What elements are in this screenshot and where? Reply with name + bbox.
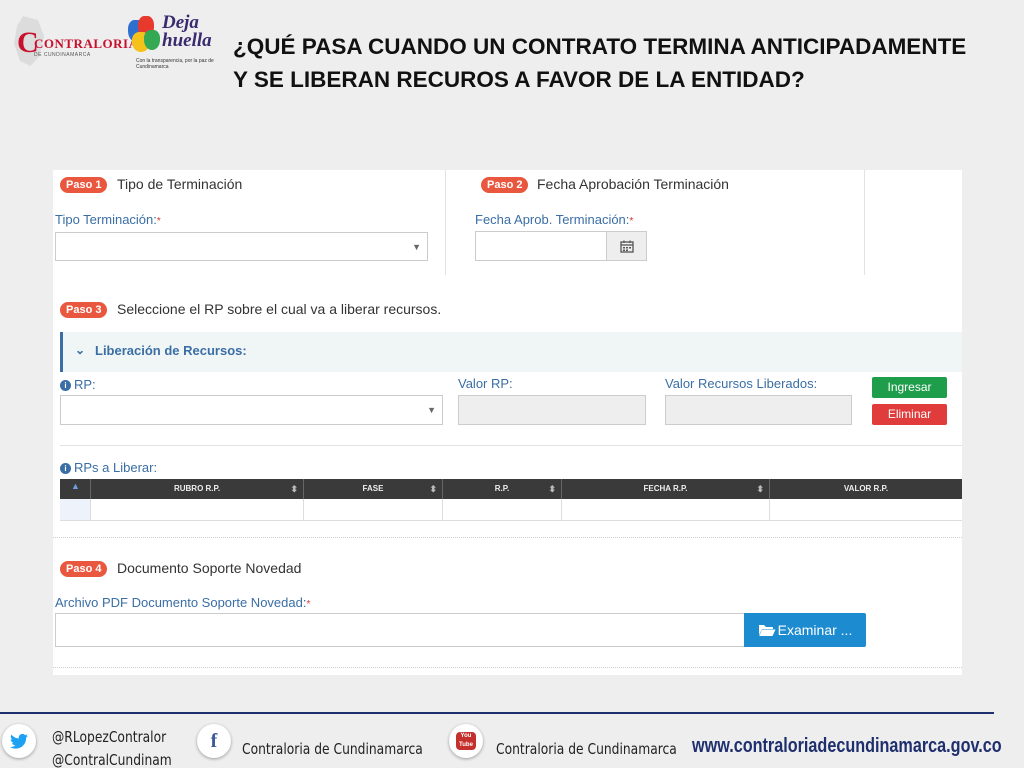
divider <box>53 537 962 538</box>
deja-huella-tagline: Con la transparencia, por la paz de Cund… <box>136 58 214 70</box>
liberacion-recursos-accordion[interactable]: ⌄ Liberación de Recursos: <box>60 332 962 372</box>
valor-rp-label: Valor RP: <box>458 376 513 391</box>
valor-rp-input[interactable] <box>458 395 646 425</box>
divider <box>53 667 962 668</box>
youtube-name[interactable]: Contraloria de Cundinamarca <box>496 740 677 758</box>
grid-cell <box>91 499 304 520</box>
step3-title: Seleccione el RP sobre el cual va a libe… <box>117 301 442 317</box>
grid-column-rp[interactable]: R.P. ⬍ <box>443 479 562 499</box>
facebook-icon: f <box>210 729 218 752</box>
twitter-icon <box>10 733 28 749</box>
valor-liberados-input[interactable] <box>665 395 852 425</box>
step3-badge: Paso 3 <box>60 302 108 318</box>
form-panel: Paso 1 Tipo de Terminación Tipo Terminac… <box>53 170 962 675</box>
sort-asc-icon: ▲ <box>71 481 80 491</box>
info-icon: i <box>60 463 71 474</box>
accordion-title: Liberación de Recursos: <box>95 343 247 358</box>
deja-huella-logo: Deja huella Con la transparencia, por la… <box>126 12 216 70</box>
slide-title: ¿QUÉ PASA CUANDO UN CONTRATO TERMINA ANT… <box>233 34 967 92</box>
grid-cell <box>443 499 562 520</box>
twitter-link[interactable] <box>2 724 36 758</box>
website-url[interactable]: www.contraloriadecundinamarca.gov.co <box>692 735 1002 758</box>
grid-cell <box>60 499 91 520</box>
tipo-terminacion-label: Tipo Terminación:* <box>55 212 161 227</box>
facebook-link[interactable]: f <box>197 724 231 758</box>
examinar-button[interactable]: Examinar ... <box>744 613 866 647</box>
chevron-down-icon: ▼ <box>427 405 436 415</box>
twitter-handle-2[interactable]: @ContralCundinam <box>52 751 172 768</box>
ingresar-button[interactable]: Ingresar <box>872 377 947 398</box>
step4-title: Documento Soporte Novedad <box>117 560 302 576</box>
twitter-handle-1[interactable]: @RLopezContralor <box>52 728 166 746</box>
eliminar-button[interactable]: Eliminar <box>872 404 947 425</box>
tipo-terminacion-select[interactable]: ▼ <box>55 232 428 261</box>
grid-column-fecha[interactable]: FECHA R.P. ⬍ <box>562 479 770 499</box>
grid-select-column[interactable]: ▲ <box>60 479 91 499</box>
folder-open-icon <box>758 625 776 636</box>
rps-grid-header: ▲ RUBRO R.P. ⬍ FASE ⬍ R.P. ⬍ FECHA R.P. ⬍ VA… <box>60 479 962 499</box>
sort-icon: ⬍ <box>756 484 764 494</box>
divider <box>864 170 865 275</box>
grid-column-rubro[interactable]: RUBRO R.P. ⬍ <box>91 479 304 499</box>
chevron-down-icon: ⌄ <box>75 343 86 357</box>
grid-column-fase[interactable]: FASE ⬍ <box>304 479 443 499</box>
calendar-button[interactable] <box>606 232 646 260</box>
step2-title: Fecha Aprobación Terminación <box>537 176 729 192</box>
grid-cell <box>770 499 962 520</box>
chevron-down-icon: ▼ <box>412 241 421 252</box>
archivo-pdf-label: Archivo PDF Documento Soporte Novedad:* <box>55 595 311 610</box>
sort-icon: ⬍ <box>548 484 556 494</box>
fecha-aprobacion-input[interactable] <box>475 231 647 261</box>
header-logos: C CONTRALORIA DE CUNDINAMARCA Deja huell… <box>12 12 217 70</box>
facebook-name[interactable]: Contraloria de Cundinamarca <box>242 740 423 758</box>
grid-cell <box>304 499 443 520</box>
table-row[interactable] <box>60 499 962 521</box>
step1-title: Tipo de Terminación <box>117 176 243 192</box>
calendar-icon <box>619 240 634 253</box>
divider <box>60 445 962 446</box>
youtube-link[interactable]: You Tube <box>449 724 483 758</box>
sort-icon: ⬍ <box>429 484 437 494</box>
contraloria-logo-subtext: DE CUNDINAMARCA <box>34 52 91 58</box>
rp-select[interactable]: ▼ <box>60 395 443 425</box>
rp-label: i RP: <box>60 377 96 392</box>
hand-icon <box>144 30 160 50</box>
grid-cell <box>562 499 770 520</box>
rps-liberar-label: i RPs a Liberar: <box>60 460 157 475</box>
deja-huella-text: Deja huella <box>162 12 212 51</box>
valor-liberados-label: Valor Recursos Liberados: <box>665 376 818 391</box>
contraloria-logo: C CONTRALORIA DE CUNDINAMARCA <box>12 16 138 66</box>
footer-divider <box>0 712 994 714</box>
step4-badge: Paso 4 <box>60 561 108 577</box>
grid-column-valor[interactable]: VALOR R.P. <box>770 479 962 499</box>
contraloria-logo-text: CONTRALORIA <box>34 36 139 51</box>
info-icon: i <box>60 380 71 391</box>
fecha-aprobacion-label: Fecha Aprob. Terminación:* <box>475 212 634 227</box>
archivo-pdf-input[interactable] <box>55 613 745 647</box>
step2-badge: Paso 2 <box>481 177 529 193</box>
youtube-icon: You Tube <box>456 732 476 750</box>
sort-icon: ⬍ <box>290 484 298 494</box>
step1-badge: Paso 1 <box>60 177 108 193</box>
divider <box>445 170 446 275</box>
